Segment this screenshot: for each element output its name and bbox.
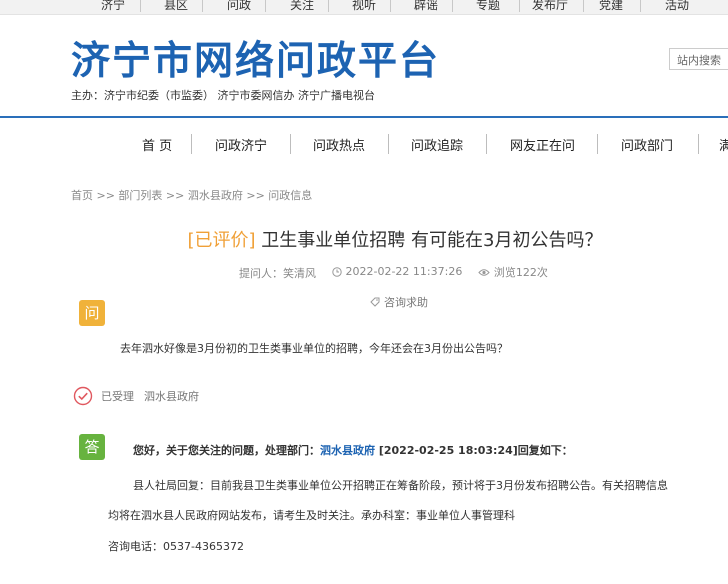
main-nav-item-track[interactable]: 问政追踪 bbox=[411, 135, 463, 154]
views-label: 浏览122次 bbox=[493, 266, 548, 279]
top-nav-item[interactable]: 问政 bbox=[227, 0, 251, 13]
status-label: 已受理 bbox=[101, 390, 134, 403]
post-datetime: 2022-02-22 11:37:26 bbox=[345, 265, 463, 278]
eye-icon bbox=[478, 268, 490, 276]
main-nav-item-home[interactable]: 首 页 bbox=[142, 135, 172, 154]
clock-icon bbox=[331, 266, 342, 277]
top-nav-item[interactable]: 党建 bbox=[599, 0, 623, 13]
question-category: 咨询求助 bbox=[370, 294, 428, 310]
top-nav-divider bbox=[452, 0, 453, 12]
main-nav-divider bbox=[388, 134, 389, 154]
top-nav-item[interactable]: 专题 bbox=[476, 0, 500, 13]
top-nav-divider bbox=[202, 0, 203, 12]
asker: 提问人：笑清风 bbox=[239, 266, 316, 280]
status-org: 泗水县政府 bbox=[144, 390, 199, 403]
answer-dept-link[interactable]: 泗水县政府 bbox=[320, 444, 375, 457]
top-nav-item[interactable]: 活动 bbox=[665, 0, 689, 13]
top-nav-item[interactable]: 辟谣 bbox=[414, 0, 438, 13]
top-nav-divider bbox=[140, 0, 141, 12]
top-nav-divider bbox=[583, 0, 584, 12]
category-label: 咨询求助 bbox=[384, 296, 428, 309]
question-badge: 问 bbox=[79, 300, 105, 326]
top-nav-item[interactable]: 济宁 bbox=[101, 0, 125, 13]
main-nav-item-more[interactable]: 满 bbox=[719, 135, 728, 154]
top-nav-divider bbox=[328, 0, 329, 12]
answer-phone: 咨询电话：0537-4365372 bbox=[108, 540, 244, 553]
top-nav-divider bbox=[640, 0, 641, 12]
status-badge: 已受理 泗水县政府 bbox=[73, 386, 199, 406]
check-circle-icon bbox=[73, 386, 93, 406]
breadcrumb[interactable]: 首页 >> 部门列表 >> 泗水县政府 >> 问政信息 bbox=[71, 187, 312, 203]
top-nav-item[interactable]: 县区 bbox=[164, 0, 188, 13]
tag-icon bbox=[370, 297, 380, 307]
post-time: 2022-02-22 11:37:26 bbox=[331, 265, 463, 278]
top-nav-item[interactable]: 视听 bbox=[352, 0, 376, 13]
header-divider bbox=[0, 116, 728, 118]
answer-body-line: 县人社局回复：目前我县卫生类事业单位公开招聘正在筹备阶段，预计将于3月份发布招聘… bbox=[133, 479, 668, 492]
main-nav-item-asking[interactable]: 网友正在问 bbox=[510, 135, 575, 154]
main-nav-item-jining[interactable]: 问政济宁 bbox=[215, 135, 267, 154]
main-nav-divider bbox=[597, 134, 598, 154]
sponsor-line: 主办：济宁市纪委（市监委） 济宁市委网信办 济宁广播电视台 bbox=[71, 89, 375, 102]
site-logo[interactable]: 济宁市网络问政平台 bbox=[71, 30, 440, 86]
main-nav-item-depts[interactable]: 问政部门 bbox=[621, 135, 673, 154]
answer-header-suffix: [2022-02-25 18:03:24]回复如下： bbox=[375, 444, 573, 457]
top-nav-divider bbox=[390, 0, 391, 12]
answer-header: 您好，关于您关注的问题，处理部门：泗水县政府 [2022-02-25 18:03… bbox=[133, 442, 573, 458]
top-nav: 济宁 县区 问政 关注 视听 辟谣 专题 发布厅 党建 活动 bbox=[0, 0, 728, 15]
question-content: 去年泗水好像是3月份初的卫生类事业单位的招聘，今年还会在3月份出公告吗？ bbox=[120, 342, 508, 355]
main-nav-divider bbox=[191, 134, 192, 154]
main-nav-divider bbox=[486, 134, 487, 154]
main-nav-divider bbox=[698, 134, 699, 154]
main-nav-divider bbox=[290, 134, 291, 154]
evaluated-tag: [已评价] bbox=[187, 230, 256, 251]
top-nav-item[interactable]: 发布厅 bbox=[532, 0, 568, 13]
main-nav-item-hot[interactable]: 问政热点 bbox=[313, 135, 365, 154]
view-count: 浏览122次 bbox=[478, 264, 548, 280]
question-meta: 提问人：笑清风 2022-02-22 11:37:26 浏览122次 bbox=[239, 264, 560, 281]
top-nav-divider bbox=[519, 0, 520, 12]
top-nav-item[interactable]: 关注 bbox=[290, 0, 314, 13]
site-search-input[interactable]: 站内搜索 bbox=[669, 48, 728, 70]
answer-badge: 答 bbox=[79, 434, 105, 460]
page-title: [已评价] 卫生事业单位招聘 有可能在3月初公告吗？ bbox=[0, 226, 728, 252]
top-nav-divider bbox=[265, 0, 266, 12]
answer-body-line: 均将在泗水县人民政府网站发布，请考生及时关注。承办科室：事业单位人事管理科 bbox=[108, 509, 515, 522]
answer-header-prefix: 您好，关于您关注的问题，处理部门： bbox=[133, 444, 320, 457]
question-title: 卫生事业单位招聘 有可能在3月初公告吗？ bbox=[255, 230, 603, 251]
